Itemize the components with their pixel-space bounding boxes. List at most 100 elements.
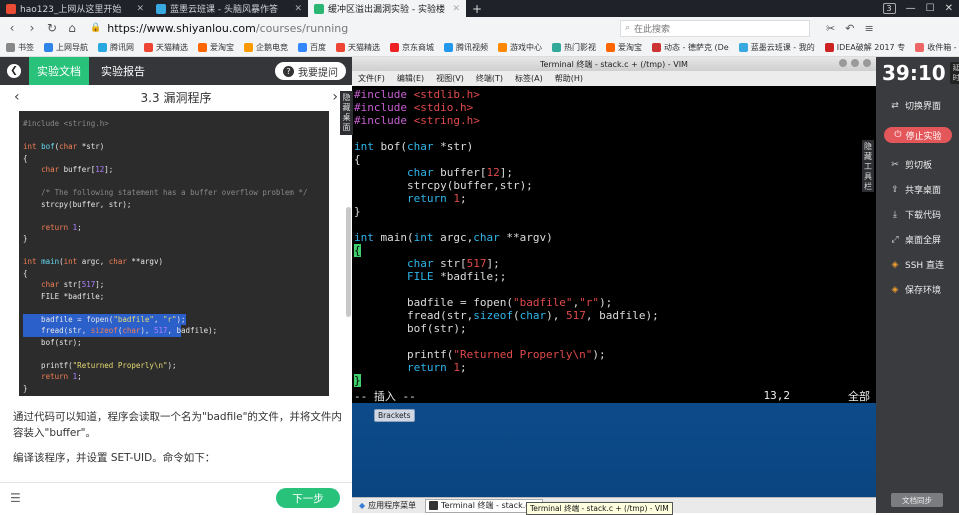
maximize-icon[interactable]: ☐: [926, 3, 935, 14]
cut-tool-icon[interactable]: ✂: [826, 22, 835, 35]
vim-editor[interactable]: #include <stdlib.h> #include <stdio.h> #in…: [352, 86, 876, 388]
bookmark-icon: [198, 43, 207, 52]
terminal-menu-item[interactable]: 视图(V): [436, 73, 464, 84]
tab-count-badge[interactable]: 3: [882, 3, 896, 14]
vim-line: printf("Returned Properly\n");: [354, 348, 606, 361]
fullscreen-button[interactable]: ⤢ 桌面全屏: [890, 233, 941, 247]
bookmark-item[interactable]: 爱淘宝: [606, 42, 642, 53]
next-step-button[interactable]: 下一步: [276, 488, 340, 508]
hide-desktop-button[interactable]: 隐藏桌面: [340, 91, 353, 135]
bookmark-item[interactable]: 天猫精选: [144, 42, 188, 53]
bookmark-item[interactable]: 京东商城: [390, 42, 434, 53]
forward-icon[interactable]: ›: [26, 21, 38, 35]
clipboard-button[interactable]: ✂ 剪切板: [890, 158, 933, 172]
minimize-icon[interactable]: —: [906, 3, 916, 14]
clipboard-label: 剪切板: [905, 161, 933, 171]
code-line: fread(str, sizeof(char), 517, badfile);: [23, 325, 218, 337]
terminal-window[interactable]: Terminal 终端 - stack.c + (/tmp) - VIM 文件(…: [352, 57, 876, 403]
close-tab-icon[interactable]: ✕: [452, 4, 460, 14]
lab-panel-header: ❮ 实验文档 实验报告 ? 我要提问: [0, 57, 352, 85]
terminal-menubar: 文件(F) 编辑(E) 视图(V) 终端(T) 标签(A) 帮助(H): [352, 71, 876, 86]
lab-footer: ☰ 下一步: [0, 482, 352, 513]
bookmark-item[interactable]: 收件箱 - 短消息: [915, 42, 959, 53]
terminal-menu-item[interactable]: 编辑(E): [397, 73, 424, 84]
minimize-icon[interactable]: [839, 59, 847, 67]
back-icon[interactable]: ‹: [6, 21, 18, 35]
bookmark-icon: [552, 43, 561, 52]
home-icon[interactable]: ⌂: [66, 21, 78, 35]
prev-lesson-icon[interactable]: ‹: [14, 89, 20, 105]
window-controls: 3 — ☐ ✕: [882, 3, 959, 14]
url-path: /courses/running: [255, 21, 349, 35]
bookmark-item[interactable]: 天猫精选: [336, 42, 380, 53]
maximize-icon[interactable]: [851, 59, 859, 67]
terminal-titlebar[interactable]: Terminal 终端 - stack.c + (/tmp) - VIM: [352, 57, 876, 71]
terminal-menu-item[interactable]: 帮助(H): [555, 73, 583, 84]
undo-icon[interactable]: ↶: [845, 22, 854, 35]
download-code-button[interactable]: ⤓ 下载代码: [890, 208, 941, 222]
applications-menu-button[interactable]: ◆ 应用程序菜单: [356, 499, 419, 513]
bookmark-icon: [144, 43, 153, 52]
bookmark-item[interactable]: 游戏中心: [498, 42, 542, 53]
bookmark-item[interactable]: 书签: [6, 42, 34, 53]
save-environment-button[interactable]: ◈ 保存环境: [890, 283, 941, 297]
bookmark-label: 腾讯网: [110, 43, 134, 52]
code-line: {: [23, 153, 28, 163]
hao123-icon: [6, 3, 16, 14]
code-block: #include <string.h> int bof(char *str){ …: [19, 111, 329, 396]
close-icon[interactable]: [863, 59, 871, 67]
back-arrow-icon[interactable]: ❮: [7, 64, 21, 78]
vim-line: }: [354, 374, 361, 387]
bookmark-item[interactable]: IDEA破解 2017 专: [824, 42, 905, 53]
ask-question-button[interactable]: ? 我要提问: [275, 62, 346, 80]
doc-scrollbar[interactable]: [346, 207, 351, 317]
hide-toolbar-button[interactable]: 隐藏工具栏: [862, 140, 874, 192]
bookmark-item[interactable]: 动态 - 德萨克 (De: [652, 42, 729, 53]
next-lesson-icon[interactable]: ›: [332, 89, 338, 105]
vim-line: [352, 283, 876, 296]
bookmark-item[interactable]: 蓝墨云班课 - 我的: [738, 42, 815, 53]
new-tab-button[interactable]: +: [472, 2, 482, 16]
tab-title: 蓝墨云班课 - 头脑风暴作答: [170, 5, 278, 15]
search-input[interactable]: ⌕ 在此搜索: [620, 19, 810, 37]
browser-tab-hao123[interactable]: hao123_上网从这里开始 ✕: [0, 0, 150, 17]
close-tab-icon[interactable]: ✕: [294, 4, 302, 14]
browser-tab-mosoteach[interactable]: 蓝墨云班课 - 头脑风暴作答 ✕: [150, 0, 308, 17]
bookmark-item[interactable]: 上网导航: [44, 42, 88, 53]
taskbar-tooltip: Terminal 终端 - stack.c + (/tmp) - VIM: [526, 502, 673, 515]
vim-line: [352, 127, 876, 140]
terminal-menu-item[interactable]: 文件(F): [358, 73, 385, 84]
switch-view-button[interactable]: ⇄ 切换界面: [890, 99, 941, 113]
tab-lab-report[interactable]: 实验报告: [101, 63, 145, 79]
extend-time-button[interactable]: 延时: [949, 62, 959, 84]
terminal-menu-item[interactable]: 标签(A): [515, 73, 543, 84]
tab-lab-document[interactable]: 实验文档: [29, 57, 89, 85]
bookmark-item[interactable]: 热门影视: [552, 42, 596, 53]
bookmark-icon: [6, 43, 15, 52]
menu-icon[interactable]: ≡: [864, 22, 873, 35]
bookmark-item[interactable]: 企鹅电竞: [244, 42, 288, 53]
bookmark-item[interactable]: 腾讯网: [98, 42, 134, 53]
bookmark-item[interactable]: 百度: [298, 42, 326, 53]
vim-line: }: [354, 205, 361, 218]
code-line: #include <string.h>: [23, 119, 109, 128]
refresh-icon[interactable]: ↻: [46, 21, 58, 35]
share-desktop-button[interactable]: ⇪ 共享桌面: [890, 183, 941, 197]
terminal-menu-item[interactable]: 终端(T): [476, 73, 503, 84]
close-tab-icon[interactable]: ✕: [136, 4, 144, 14]
bookmark-label: 游戏中心: [510, 43, 542, 52]
bookmark-item[interactable]: 腾讯视频: [444, 42, 488, 53]
code-line: badfile = fopen("badfile", "r");: [23, 313, 186, 325]
list-icon[interactable]: ☰: [10, 491, 21, 505]
brackets-desktop-icon[interactable]: Brackets: [374, 409, 415, 422]
vim-statusline: -- 插入 -- 13,2 全部: [352, 388, 876, 403]
browser-tab-shiyanlou[interactable]: 缓冲区溢出漏洞实验 - 实验楼 ✕: [308, 0, 466, 17]
bookmark-item[interactable]: 爱淘宝: [198, 42, 234, 53]
url-field[interactable]: 🔒 https://www.shiyanlou.com/courses/runn…: [86, 20, 606, 37]
close-window-icon[interactable]: ✕: [945, 3, 953, 14]
stop-lab-button[interactable]: ⏻ 停止实验: [884, 127, 952, 143]
doc-sync-button[interactable]: 文档同步: [891, 493, 943, 507]
code-line: return 1;: [41, 222, 82, 232]
ssh-connect-button[interactable]: ◈ SSH 直连: [890, 258, 945, 272]
